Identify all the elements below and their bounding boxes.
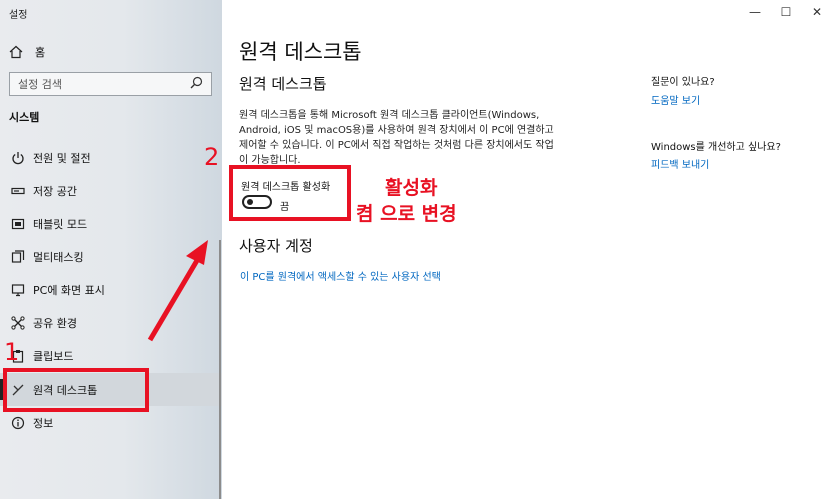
search-placeholder: 설정 검색 xyxy=(18,78,62,91)
sidebar-item-storage[interactable]: 저장 공간 xyxy=(0,174,222,207)
feedback-link[interactable]: 피드백 보내기 xyxy=(651,156,709,171)
sidebar-item-label: 클립보드 xyxy=(33,349,74,363)
sidebar-item-label: PC에 화면 표시 xyxy=(33,283,105,297)
sidebar-item-label: 전원 및 절전 xyxy=(33,151,91,165)
info-icon xyxy=(9,414,27,432)
power-icon xyxy=(9,149,27,167)
sidebar-item-label: 저장 공간 xyxy=(33,184,77,198)
annotation-arrow xyxy=(147,240,208,342)
project-icon xyxy=(9,281,27,299)
main-content: 원격 데스크톱 원격 데스크톱 원격 데스크톱을 통해 Microsoft 원격… xyxy=(222,0,835,499)
annotation-note-line1: 활성화 xyxy=(385,177,438,199)
annotation-note-line2: 켬 으로 변경 xyxy=(356,203,457,225)
app-title: 설정 xyxy=(9,10,28,21)
section-label-system: 시스템 xyxy=(9,111,40,124)
annotation-step-2: 2 xyxy=(204,143,220,171)
description: 원격 데스크톱을 통해 Microsoft 원격 데스크톱 클라이언트(Wind… xyxy=(239,110,554,166)
section-title: 원격 데스크톱 xyxy=(239,75,327,93)
search-input[interactable]: 설정 검색 xyxy=(9,72,212,96)
improve-text: Windows를 개선하고 싶나요? xyxy=(651,142,781,153)
multitasking-icon xyxy=(9,248,27,266)
storage-icon xyxy=(9,182,27,200)
sidebar-item-label: 태블릿 모드 xyxy=(33,217,88,231)
sidebar-item-label: 멀티태스킹 xyxy=(33,250,84,264)
help-link[interactable]: 도움말 보기 xyxy=(651,92,700,107)
user-accounts-title: 사용자 계정 xyxy=(239,237,313,255)
question-text: 질문이 있나요? xyxy=(651,77,715,88)
tablet-icon xyxy=(9,215,27,233)
sidebar-item-power[interactable]: 전원 및 절전 xyxy=(0,141,222,174)
home-icon xyxy=(9,45,27,59)
home-label: 홈 xyxy=(35,46,46,59)
annotation-step-1: 1 xyxy=(4,338,20,366)
annotation-box-remote-desktop xyxy=(3,368,149,412)
page-title: 원격 데스크톱 xyxy=(239,40,362,64)
sidebar-item-label: 공유 환경 xyxy=(33,316,77,330)
sidebar-item-label: 정보 xyxy=(33,416,54,430)
select-users-link[interactable]: 이 PC를 원격에서 액세스할 수 있는 사용자 선택 xyxy=(240,268,441,283)
search-icon[interactable] xyxy=(190,76,203,92)
home-nav[interactable]: 홈 xyxy=(9,43,45,61)
annotation-box-toggle xyxy=(229,165,351,221)
shared-icon xyxy=(9,314,27,332)
